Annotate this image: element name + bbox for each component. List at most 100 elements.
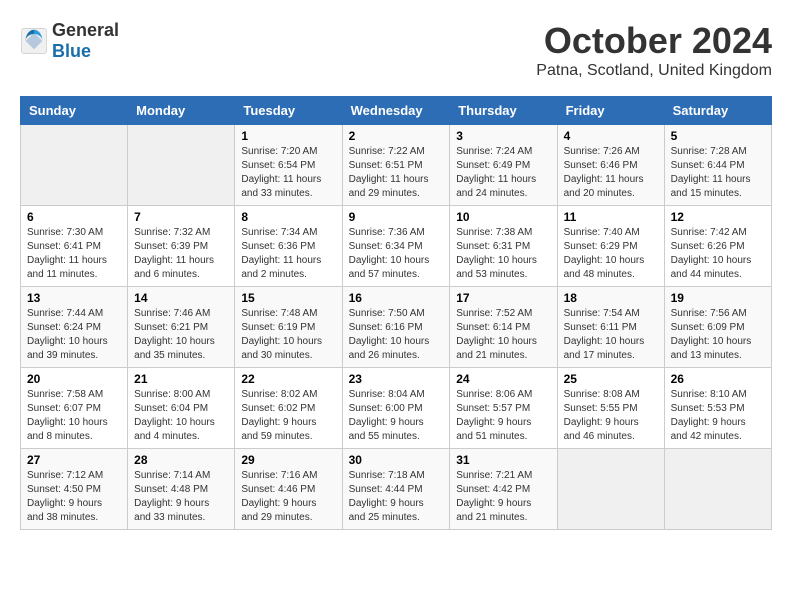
day-info: Sunrise: 7:30 AM Sunset: 6:41 PM Dayligh… xyxy=(27,226,121,282)
day-info: Sunrise: 8:04 AM Sunset: 6:00 PM Dayligh… xyxy=(349,388,444,444)
day-number: 29 xyxy=(241,453,335,467)
calendar-cell: 12Sunrise: 7:42 AM Sunset: 6:26 PM Dayli… xyxy=(664,206,771,287)
day-info: Sunrise: 7:21 AM Sunset: 4:42 PM Dayligh… xyxy=(456,469,550,525)
day-info: Sunrise: 7:44 AM Sunset: 6:24 PM Dayligh… xyxy=(27,307,121,363)
calendar-week-row: 13 Sunrise: 7:44 AM Sunset: 6:24 PM Dayli… xyxy=(21,287,772,368)
day-number: 4 xyxy=(564,129,658,143)
day-number: 23 xyxy=(349,372,444,386)
day-info: Sunrise: 7:46 AM Sunset: 6:21 PM Dayligh… xyxy=(134,307,228,363)
calendar-cell: 26 Sunrise: 8:10 AM Sunset: 5:53 PM Dayli… xyxy=(664,368,771,449)
calendar-cell xyxy=(557,449,664,530)
calendar-week-row: 27 Sunrise: 7:12 AM Sunset: 4:50 PM Dayli… xyxy=(21,449,772,530)
day-number: 31 xyxy=(456,453,550,467)
calendar-cell: 22 Sunrise: 8:02 AM Sunset: 6:02 PM Dayli… xyxy=(235,368,342,449)
calendar-cell: 17 Sunrise: 7:52 AM Sunset: 6:14 PM Dayli… xyxy=(450,287,557,368)
day-number: 9 xyxy=(349,210,444,224)
calendar-cell xyxy=(664,449,771,530)
day-info: Sunrise: 7:58 AM Sunset: 6:07 PM Dayligh… xyxy=(27,388,121,444)
calendar-cell: 20 Sunrise: 7:58 AM Sunset: 6:07 PM Dayli… xyxy=(21,368,128,449)
calendar-cell: 18 Sunrise: 7:54 AM Sunset: 6:11 PM Dayli… xyxy=(557,287,664,368)
calendar-cell: 11 Sunrise: 7:40 AM Sunset: 6:29 PM Dayli… xyxy=(557,206,664,287)
day-info: Sunrise: 7:28 AM Sunset: 6:44 PM Dayligh… xyxy=(671,145,765,201)
calendar-cell: 6 Sunrise: 7:30 AM Sunset: 6:41 PM Daylig… xyxy=(21,206,128,287)
calendar-cell: 25 Sunrise: 8:08 AM Sunset: 5:55 PM Dayli… xyxy=(557,368,664,449)
calendar-cell: 2Sunrise: 7:22 AM Sunset: 6:51 PM Daylig… xyxy=(342,125,450,206)
day-info: Sunrise: 7:14 AM Sunset: 4:48 PM Dayligh… xyxy=(134,469,228,525)
day-number: 22 xyxy=(241,372,335,386)
weekday-header: Saturday xyxy=(664,97,771,125)
calendar-cell: 13 Sunrise: 7:44 AM Sunset: 6:24 PM Dayli… xyxy=(21,287,128,368)
calendar-cell: 24 Sunrise: 8:06 AM Sunset: 5:57 PM Dayli… xyxy=(450,368,557,449)
weekday-header: Friday xyxy=(557,97,664,125)
calendar-week-row: 1 Sunrise: 7:20 AM Sunset: 6:54 PM Daylig… xyxy=(21,125,772,206)
calendar-cell: 15 Sunrise: 7:48 AM Sunset: 6:19 PM Dayli… xyxy=(235,287,342,368)
day-info: Sunrise: 7:40 AM Sunset: 6:29 PM Dayligh… xyxy=(564,226,658,282)
calendar-cell: 23 Sunrise: 8:04 AM Sunset: 6:00 PM Dayli… xyxy=(342,368,450,449)
calendar-cell: 7 Sunrise: 7:32 AM Sunset: 6:39 PM Daylig… xyxy=(128,206,235,287)
calendar-week-row: 6 Sunrise: 7:30 AM Sunset: 6:41 PM Daylig… xyxy=(21,206,772,287)
location-subtitle: Patna, Scotland, United Kingdom xyxy=(536,62,772,80)
calendar-table: SundayMondayTuesdayWednesdayThursdayFrid… xyxy=(20,96,772,530)
day-number: 21 xyxy=(134,372,228,386)
weekday-header: Tuesday xyxy=(235,97,342,125)
calendar-cell: 8Sunrise: 7:34 AM Sunset: 6:36 PM Daylig… xyxy=(235,206,342,287)
day-info: Sunrise: 7:12 AM Sunset: 4:50 PM Dayligh… xyxy=(27,469,121,525)
day-info: Sunrise: 7:54 AM Sunset: 6:11 PM Dayligh… xyxy=(564,307,658,363)
day-info: Sunrise: 7:26 AM Sunset: 6:46 PM Dayligh… xyxy=(564,145,658,201)
calendar-cell: 16 Sunrise: 7:50 AM Sunset: 6:16 PM Dayli… xyxy=(342,287,450,368)
day-info: Sunrise: 8:10 AM Sunset: 5:53 PM Dayligh… xyxy=(671,388,765,444)
day-number: 25 xyxy=(564,372,658,386)
calendar-cell: 28 Sunrise: 7:14 AM Sunset: 4:48 PM Dayli… xyxy=(128,449,235,530)
day-number: 27 xyxy=(27,453,121,467)
day-number: 7 xyxy=(134,210,228,224)
day-number: 19 xyxy=(671,291,765,305)
calendar-cell: 4 Sunrise: 7:26 AM Sunset: 6:46 PM Daylig… xyxy=(557,125,664,206)
day-info: Sunrise: 7:24 AM Sunset: 6:49 PM Dayligh… xyxy=(456,145,550,201)
day-info: Sunrise: 7:52 AM Sunset: 6:14 PM Dayligh… xyxy=(456,307,550,363)
day-number: 12 xyxy=(671,210,765,224)
day-number: 11 xyxy=(564,210,658,224)
calendar-cell: 1 Sunrise: 7:20 AM Sunset: 6:54 PM Daylig… xyxy=(235,125,342,206)
day-info: Sunrise: 7:22 AM Sunset: 6:51 PM Dayligh… xyxy=(349,145,444,201)
calendar-cell: 9 Sunrise: 7:36 AM Sunset: 6:34 PM Daylig… xyxy=(342,206,450,287)
day-number: 16 xyxy=(349,291,444,305)
weekday-header: Thursday xyxy=(450,97,557,125)
calendar-week-row: 20 Sunrise: 7:58 AM Sunset: 6:07 PM Dayli… xyxy=(21,368,772,449)
calendar-cell: 14Sunrise: 7:46 AM Sunset: 6:21 PM Dayli… xyxy=(128,287,235,368)
day-number: 26 xyxy=(671,372,765,386)
day-number: 20 xyxy=(27,372,121,386)
day-info: Sunrise: 7:48 AM Sunset: 6:19 PM Dayligh… xyxy=(241,307,335,363)
calendar-cell: 3 Sunrise: 7:24 AM Sunset: 6:49 PM Daylig… xyxy=(450,125,557,206)
calendar-cell: 31 Sunrise: 7:21 AM Sunset: 4:42 PM Dayli… xyxy=(450,449,557,530)
day-info: Sunrise: 7:50 AM Sunset: 6:16 PM Dayligh… xyxy=(349,307,444,363)
day-number: 15 xyxy=(241,291,335,305)
day-info: Sunrise: 7:36 AM Sunset: 6:34 PM Dayligh… xyxy=(349,226,444,282)
day-number: 1 xyxy=(241,129,335,143)
day-info: Sunrise: 8:00 AM Sunset: 6:04 PM Dayligh… xyxy=(134,388,228,444)
day-number: 24 xyxy=(456,372,550,386)
day-number: 10 xyxy=(456,210,550,224)
calendar-cell: 21 Sunrise: 8:00 AM Sunset: 6:04 PM Dayli… xyxy=(128,368,235,449)
day-number: 13 xyxy=(27,291,121,305)
day-info: Sunrise: 7:32 AM Sunset: 6:39 PM Dayligh… xyxy=(134,226,228,282)
logo-blue: Blue xyxy=(52,41,91,61)
calendar-cell: 27 Sunrise: 7:12 AM Sunset: 4:50 PM Dayli… xyxy=(21,449,128,530)
logo: General Blue xyxy=(20,20,119,62)
day-number: 30 xyxy=(349,453,444,467)
day-number: 28 xyxy=(134,453,228,467)
day-info: Sunrise: 7:56 AM Sunset: 6:09 PM Dayligh… xyxy=(671,307,765,363)
day-info: Sunrise: 7:20 AM Sunset: 6:54 PM Dayligh… xyxy=(241,145,335,201)
day-number: 18 xyxy=(564,291,658,305)
day-number: 3 xyxy=(456,129,550,143)
weekday-header-row: SundayMondayTuesdayWednesdayThursdayFrid… xyxy=(21,97,772,125)
day-number: 17 xyxy=(456,291,550,305)
day-number: 6 xyxy=(27,210,121,224)
day-info: Sunrise: 8:06 AM Sunset: 5:57 PM Dayligh… xyxy=(456,388,550,444)
day-info: Sunrise: 7:18 AM Sunset: 4:44 PM Dayligh… xyxy=(349,469,444,525)
day-info: Sunrise: 7:16 AM Sunset: 4:46 PM Dayligh… xyxy=(241,469,335,525)
day-info: Sunrise: 8:08 AM Sunset: 5:55 PM Dayligh… xyxy=(564,388,658,444)
logo-general: General xyxy=(52,20,119,40)
logo-text: General Blue xyxy=(52,20,119,62)
month-title: October 2024 xyxy=(536,20,772,62)
day-info: Sunrise: 8:02 AM Sunset: 6:02 PM Dayligh… xyxy=(241,388,335,444)
